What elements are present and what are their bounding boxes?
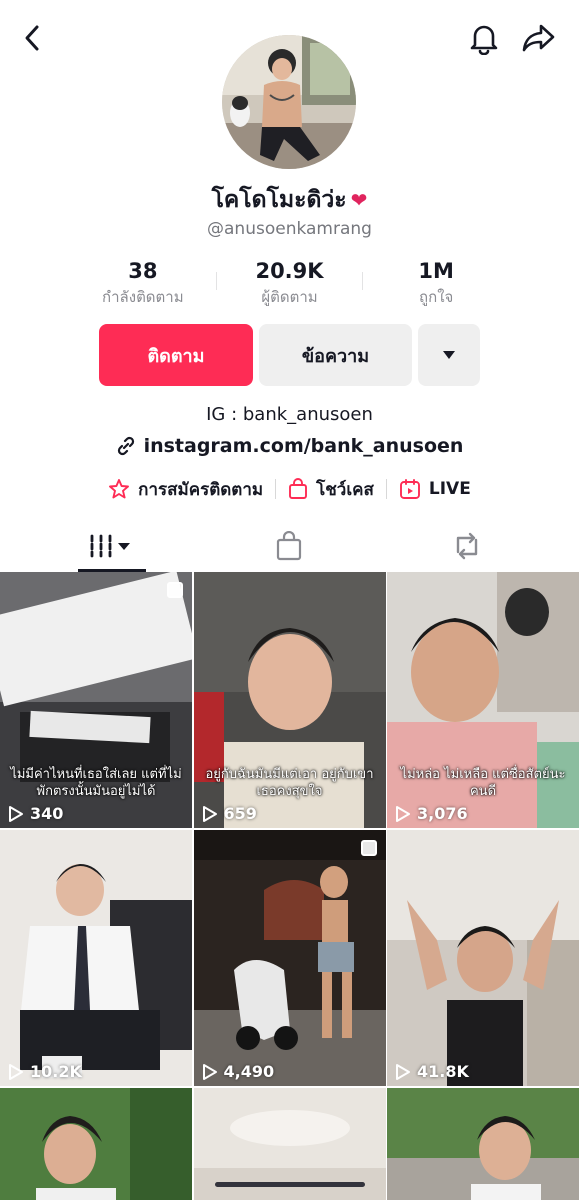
link-text: instagram.com/bank_anusoen — [143, 435, 464, 457]
thumbnail-image — [387, 1088, 579, 1200]
video-thumbnail[interactable]: 10.2K — [0, 830, 192, 1086]
video-thumbnail[interactable] — [0, 1088, 192, 1200]
likes-count: 1M — [418, 259, 454, 283]
play-icon — [396, 805, 410, 822]
view-count-text: 659 — [223, 804, 257, 823]
profile-actions-row: การสมัครติดตาม โชว์เคส LIVE — [0, 476, 579, 502]
bell-icon — [470, 25, 498, 55]
view-count-text: 4,490 — [223, 1062, 275, 1081]
bio-text: IG : bank_anusoen — [206, 404, 373, 425]
avatar-photo — [222, 35, 356, 169]
profile-stats: 38 กำลังติดตาม 20.9K ผู้ติดตาม 1M ถูกใจ — [70, 258, 509, 308]
action-divider — [385, 479, 387, 499]
view-count: 10.2K — [8, 1062, 82, 1081]
view-count-text: 340 — [30, 804, 64, 823]
share-arrow-icon — [522, 24, 555, 52]
subscription-label: การสมัครติดตาม — [138, 479, 264, 500]
video-caption: ไม่หล่อ ไม่เหลือ แต่ซื่อสัตย์นะคนดี — [400, 767, 566, 799]
repost-icon — [456, 532, 478, 560]
view-count-text: 10.2K — [30, 1062, 82, 1081]
showcase-button[interactable]: โชว์เคส — [288, 476, 374, 503]
back-button[interactable] — [14, 20, 50, 56]
play-icon — [202, 805, 217, 822]
likes-label: ถูกใจ — [419, 288, 454, 306]
view-count: 41.8K — [395, 1062, 469, 1081]
thumbnail-image — [0, 1088, 192, 1200]
tab-reposts[interactable] — [434, 520, 500, 572]
play-icon — [202, 1063, 217, 1080]
follow-button[interactable]: ติดตาม — [99, 324, 253, 386]
video-thumbnail[interactable]: อยู่กับฉันมันมีแต่เอา อยู่กับเขาเธอคงสุข… — [193, 572, 386, 828]
video-thumbnail[interactable] — [387, 1088, 579, 1200]
bio-link[interactable]: instagram.com/bank_anusoen — [0, 435, 579, 457]
display-name: โคโดโมะดิว่ะ ❤ — [0, 182, 579, 218]
star-badge-icon — [109, 479, 130, 499]
video-thumbnail[interactable]: ไม่หล่อ ไม่เหลือ แต่ซื่อสัตย์นะคนดี 3,07… — [387, 572, 579, 828]
play-icon — [396, 1063, 410, 1080]
link-icon — [117, 436, 134, 456]
video-caption: อยู่กับฉันมันมีแต่เอา อยู่กับเขาเธอคงสุข… — [205, 767, 374, 799]
view-count: 659 — [202, 804, 257, 823]
chevron-left-icon — [25, 25, 39, 51]
view-count-text: 41.8K — [417, 1062, 469, 1081]
play-icon — [9, 805, 23, 822]
thumbnail-image — [0, 830, 192, 1086]
avatar[interactable] — [222, 35, 356, 169]
bag-icon — [276, 531, 302, 561]
view-count-text: 3,076 — [417, 804, 468, 823]
shopping-bag-icon — [289, 478, 308, 499]
caret-down-icon — [443, 351, 455, 359]
video-caption: ไม่มีค่าไหนที่เธอใส่เลย แต่ที่ไม่พักตรงน… — [10, 767, 182, 799]
display-name-text: โคโดโมะดิว่ะ — [211, 187, 347, 213]
live-calendar-icon — [399, 479, 420, 499]
notifications-button[interactable] — [464, 18, 504, 58]
thumbnail-image — [193, 830, 386, 1086]
stat-following[interactable]: 38 กำลังติดตาม — [70, 258, 216, 308]
following-count: 38 — [128, 259, 158, 283]
live-label: LIVE — [428, 479, 471, 499]
message-button[interactable]: ข้อความ — [259, 324, 412, 386]
tab-videos[interactable] — [78, 520, 146, 572]
video-thumbnail[interactable]: ไม่มีค่าไหนที่เธอใส่เลย แต่ที่ไม่พักตรงน… — [0, 572, 192, 828]
suggested-accounts-button[interactable] — [418, 324, 480, 386]
share-button[interactable] — [518, 18, 560, 58]
content-tabs — [0, 520, 579, 572]
video-thumbnail[interactable]: 41.8K — [387, 830, 579, 1086]
following-label: กำลังติดตาม — [102, 288, 184, 306]
live-button[interactable]: LIVE — [399, 478, 471, 500]
stat-likes[interactable]: 1M ถูกใจ — [363, 258, 509, 308]
play-icon — [9, 1063, 23, 1080]
tab-shop[interactable] — [256, 520, 322, 572]
showcase-label: โชว์เคส — [316, 479, 374, 500]
home-indicator — [215, 1182, 365, 1187]
action-divider — [275, 479, 277, 499]
view-count: 3,076 — [395, 804, 468, 823]
thumbnail-image — [387, 830, 579, 1086]
subscription-button[interactable]: การสมัครติดตาม — [108, 476, 263, 503]
followers-count: 20.9K — [255, 259, 324, 283]
video-thumbnail[interactable]: 4,490 — [193, 830, 386, 1086]
heart-icon: ❤ — [350, 188, 368, 212]
multi-photo-icon — [167, 582, 183, 598]
username-handle: @anusoenkamrang — [207, 219, 372, 239]
stat-followers[interactable]: 20.9K ผู้ติดตาม — [217, 258, 363, 308]
video-grid-icon — [90, 534, 130, 558]
view-count: 4,490 — [202, 1062, 275, 1081]
video-grid: ไม่มีค่าไหนที่เธอใส่เลย แต่ที่ไม่พักตรงน… — [0, 572, 579, 1200]
followers-label: ผู้ติดตาม — [261, 288, 318, 306]
multi-photo-icon — [360, 840, 377, 856]
view-count: 340 — [8, 804, 63, 823]
